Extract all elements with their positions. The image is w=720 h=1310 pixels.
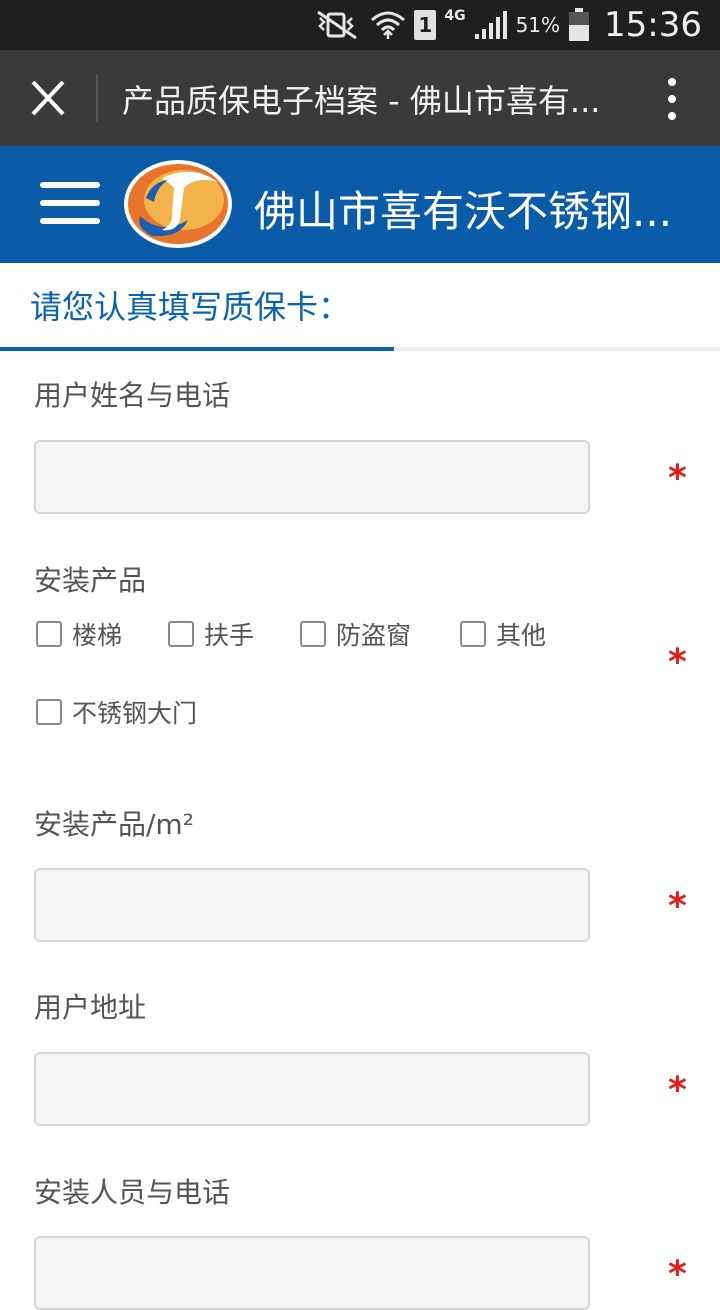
checkbox-stairs[interactable]: 楼梯 bbox=[36, 616, 122, 652]
vibrate-mute-icon bbox=[314, 10, 362, 40]
network-type: 4G bbox=[444, 8, 466, 24]
area-input[interactable] bbox=[34, 868, 590, 942]
checkbox-security-window[interactable]: 防盗窗 bbox=[300, 616, 411, 652]
status-bar: 1 4G 51% 15:36 bbox=[0, 0, 720, 50]
menu-icon[interactable] bbox=[40, 182, 100, 228]
required-star: * bbox=[668, 642, 687, 683]
checkbox-label: 楼梯 bbox=[72, 621, 123, 650]
battery-icon bbox=[568, 8, 590, 42]
required-star: * bbox=[668, 886, 687, 927]
checkbox-label: 其他 bbox=[496, 621, 547, 650]
page-title: 产品质保电子档案 - 佛山市喜有... bbox=[122, 82, 601, 120]
checkbox-handrail[interactable]: 扶手 bbox=[168, 616, 254, 652]
product-label: 安装产品 bbox=[34, 564, 147, 597]
checkbox-label: 不锈钢大门 bbox=[72, 699, 198, 728]
address-input[interactable] bbox=[34, 1052, 590, 1126]
sim-icon: 1 bbox=[414, 10, 437, 40]
company-logo[interactable] bbox=[122, 158, 234, 250]
checkbox-steel-gate[interactable]: 不锈钢大门 bbox=[36, 694, 197, 730]
required-star: * bbox=[668, 1254, 687, 1295]
address-label: 用户地址 bbox=[34, 991, 147, 1024]
status-icons: 1 4G 51% 15:36 bbox=[314, 0, 702, 50]
browser-toolbar: 产品质保电子档案 - 佛山市喜有... bbox=[0, 50, 720, 146]
name-phone-input[interactable] bbox=[34, 440, 590, 514]
site-header: 佛山市喜有沃不锈钢... bbox=[0, 146, 720, 263]
close-icon[interactable] bbox=[28, 80, 68, 116]
installer-label: 安装人员与电话 bbox=[34, 1176, 231, 1209]
battery-percent: 51% bbox=[515, 13, 561, 37]
checkbox-label: 防盗窗 bbox=[336, 621, 412, 650]
checkbox-box[interactable] bbox=[460, 621, 486, 647]
required-star: * bbox=[668, 458, 687, 499]
checkbox-box[interactable] bbox=[36, 621, 62, 647]
name-phone-label: 用户姓名与电话 bbox=[34, 379, 231, 412]
checkbox-box[interactable] bbox=[300, 621, 326, 647]
installer-input[interactable] bbox=[34, 1236, 590, 1310]
form-heading: 请您认真填写质保卡： bbox=[30, 288, 351, 326]
wifi-icon bbox=[370, 10, 406, 40]
checkbox-other[interactable]: 其他 bbox=[460, 616, 546, 652]
checkbox-box[interactable] bbox=[36, 699, 62, 725]
heading-underline-accent bbox=[0, 347, 394, 351]
clock: 15:36 bbox=[604, 5, 702, 45]
site-title: 佛山市喜有沃不锈钢... bbox=[254, 187, 673, 236]
area-label: 安装产品/m² bbox=[34, 808, 194, 841]
signal-icon bbox=[474, 10, 508, 40]
checkbox-box[interactable] bbox=[168, 621, 194, 647]
more-menu-icon[interactable] bbox=[660, 78, 684, 122]
checkbox-label: 扶手 bbox=[204, 621, 255, 650]
toolbar-divider bbox=[96, 74, 98, 122]
required-star: * bbox=[668, 1070, 687, 1111]
